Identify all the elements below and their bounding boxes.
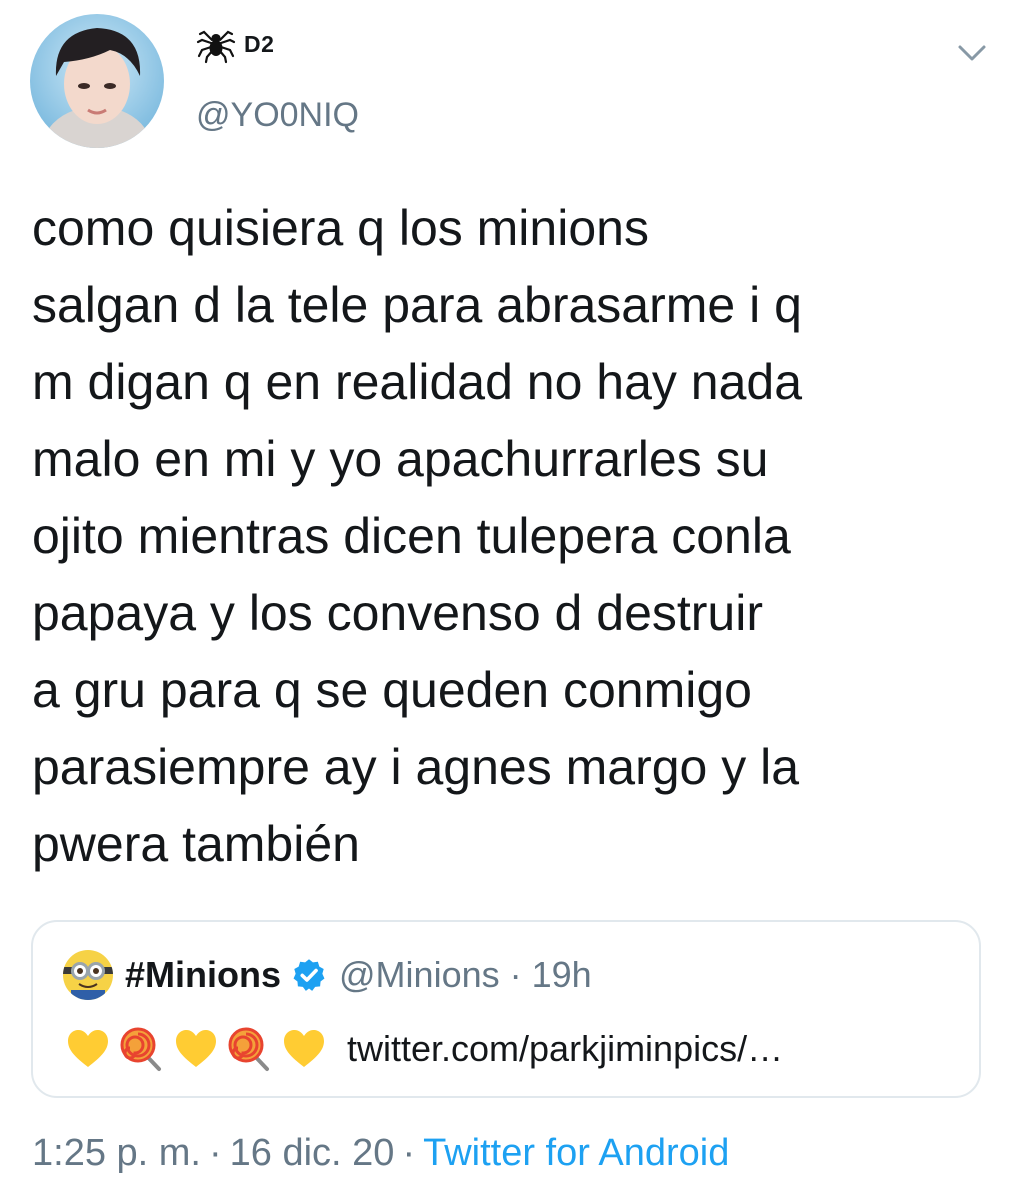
tweet-source-link[interactable]: Twitter for Android: [423, 1132, 729, 1174]
yellow-heart-icon: [284, 1030, 324, 1067]
author-name-label: D2: [244, 30, 275, 57]
tweet-metadata: 1:25 p. m. · 16 dic. 20 · Twitter for Androi…: [32, 1132, 729, 1175]
quoted-tweet-card[interactable]: #Minions @Minions · 19h twitter.com/park…: [31, 920, 981, 1098]
yellow-heart-icon: [68, 1030, 108, 1067]
tweet-time[interactable]: 1:25 p. m.: [32, 1132, 201, 1174]
spider-icon: [196, 30, 236, 64]
author-handle[interactable]: @YO0NIQ: [196, 96, 359, 135]
quoted-timestamp[interactable]: 19h: [532, 954, 592, 996]
meta-separator: ·: [208, 1132, 222, 1174]
tweet-text: como quisiera q los minions salgan d la …: [32, 200, 803, 872]
quoted-tweet-link[interactable]: twitter.com/parkjiminpics/…: [347, 1028, 783, 1070]
meta-separator: ·: [402, 1132, 416, 1174]
author-avatar[interactable]: [30, 14, 164, 148]
lollipop-icon: [120, 1027, 161, 1071]
author-display-name[interactable]: D2: [196, 24, 274, 64]
chevron-down-icon[interactable]: [952, 38, 992, 68]
lollipop-icon: [228, 1027, 269, 1071]
quoted-author-handle[interactable]: @Minions: [339, 954, 500, 996]
tweet-card: D2 @YO0NIQ como quisiera q los minions s…: [0, 0, 1013, 1200]
quoted-tweet-body: twitter.com/parkjiminpics/…: [65, 1024, 783, 1074]
yellow-heart-icon: [176, 1030, 216, 1067]
quoted-avatar: [63, 950, 113, 1000]
tweet-date[interactable]: 16 dic. 20: [230, 1132, 395, 1174]
quoted-author-name[interactable]: #Minions: [125, 954, 281, 996]
quoted-separator: ·: [509, 954, 522, 995]
verified-badge-icon: [293, 959, 325, 991]
quoted-tweet-header: #Minions @Minions · 19h: [125, 950, 592, 1000]
